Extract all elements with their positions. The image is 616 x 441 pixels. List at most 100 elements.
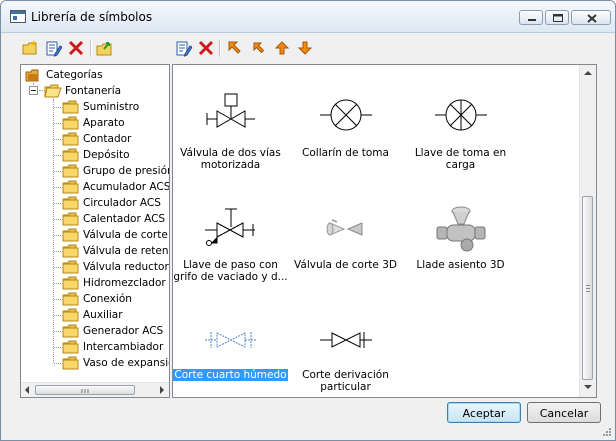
wet-room-shutoff-icon: [205, 332, 257, 348]
selection-highlight: Corte cuarto húmedo: [173, 369, 288, 381]
new-category-button[interactable]: [21, 39, 39, 57]
drain-valve-icon: [205, 208, 255, 246]
app-icon: [10, 10, 26, 23]
folder-box-icon: [25, 69, 39, 82]
tree-item-label: Generador ACS: [83, 325, 164, 337]
folder-icon: [62, 340, 79, 354]
seat-valve-3d-icon: [436, 206, 486, 252]
tree-collapse-toggle[interactable]: [29, 86, 38, 95]
edit-icon: [176, 41, 192, 57]
tree-item-label: Circulador ACS: [83, 197, 161, 209]
folder-icon: [62, 164, 79, 178]
arrow-up-left-icon: [228, 41, 241, 54]
category-tree[interactable]: Categorías Fontanería Suministro Aparato C…: [20, 64, 170, 398]
tree-line: [54, 203, 61, 204]
delete-icon: [68, 40, 84, 56]
folder-icon: [62, 260, 79, 274]
close-button[interactable]: [571, 10, 611, 25]
tree-root-label: Categorías: [46, 69, 103, 81]
tree-line: [54, 299, 61, 300]
tree-item-label: Válvula de corte: [83, 229, 168, 241]
tree-line: [39, 90, 43, 91]
move-first-button[interactable]: [226, 39, 244, 57]
valve-3d-icon: [326, 219, 363, 236]
folder-icon: [62, 228, 79, 242]
tree-item-label: Aparato: [83, 117, 125, 129]
resize-grip-icon[interactable]: [602, 427, 612, 437]
motorized-valve-icon: [206, 93, 255, 128]
symbol-label: Llave de toma en carga: [414, 147, 507, 171]
edit-symbol-button[interactable]: [174, 39, 192, 57]
move-previous-button[interactable]: [250, 39, 268, 57]
edit-icon: [46, 41, 62, 57]
maximize-button[interactable]: [545, 10, 569, 25]
tree-line: [54, 363, 61, 364]
folder-icon: [62, 292, 79, 306]
tree-line: [54, 219, 61, 220]
scroll-up-arrow[interactable]: [584, 71, 592, 75]
symbol-library-dialog: Librería de símbolos Categorías Fontaner…: [0, 0, 616, 441]
folder-icon: [62, 356, 79, 370]
cancel-button[interactable]: Cancelar: [527, 402, 601, 423]
tree-item-label: Vaso de expansió: [83, 357, 170, 369]
folder-icon: [62, 148, 79, 162]
move-down-button[interactable]: [296, 39, 314, 57]
branch-shutoff-icon: [320, 332, 372, 348]
delete-category-button[interactable]: [67, 39, 85, 57]
tree-line: [54, 107, 61, 108]
tree-line: [54, 331, 61, 332]
folder-icon: [62, 100, 79, 114]
folder-icon: [62, 276, 79, 290]
tree-horizontal-scrollbar[interactable]: [21, 382, 169, 397]
scroll-down-arrow[interactable]: [584, 385, 592, 389]
tree-item-label: Contador: [83, 133, 132, 145]
grip-line: [586, 285, 590, 286]
folder-new-icon: [22, 40, 37, 55]
import-button[interactable]: [96, 39, 114, 57]
symbol-grid[interactable]: Válvula de dos vías motorizada Collarín …: [172, 64, 597, 398]
minimize-button[interactable]: [519, 10, 543, 25]
folder-open-icon: [44, 84, 62, 98]
tree-item-label: Hidromezclador: [83, 277, 166, 289]
tree-item-label: Válvula reductora: [83, 261, 170, 273]
move-up-button[interactable]: [273, 39, 291, 57]
folder-import-icon: [96, 42, 112, 56]
title-bar[interactable]: Librería de símbolos: [1, 1, 615, 33]
tree-item-label: Suministro: [83, 101, 140, 113]
folder-icon: [62, 116, 79, 130]
tree-line: [54, 283, 61, 284]
tree-line: [54, 123, 61, 124]
folder-icon: [62, 244, 79, 258]
symbol-label: Llade asiento 3D: [416, 259, 505, 271]
tree-item-label: Conexión: [83, 293, 132, 305]
tapping-collar-icon: [320, 99, 372, 131]
scroll-thumb[interactable]: [35, 385, 135, 395]
tree-line: [54, 187, 61, 188]
scroll-right-arrow[interactable]: [160, 386, 164, 394]
symbol-label: Válvula de corte 3D: [294, 259, 397, 271]
tree-line: [54, 155, 61, 156]
folder-icon: [62, 180, 79, 194]
grip-line: [586, 291, 590, 292]
window-title: Librería de símbolos: [31, 10, 153, 24]
tree-line: [54, 347, 61, 348]
tree-item-label: Intercambiador: [83, 341, 164, 353]
scroll-left-arrow[interactable]: [25, 386, 29, 394]
arrow-up-left-small-icon: [253, 42, 265, 54]
tree-item-label: Grupo de presión: [83, 165, 170, 177]
symbol-label: Llave de paso con grifo de vaciado y d..…: [173, 259, 288, 283]
symbol-label: Collarín de toma: [302, 147, 389, 159]
tree-line: [54, 315, 61, 316]
accept-button[interactable]: Aceptar: [447, 402, 521, 423]
edit-category-button[interactable]: [44, 39, 62, 57]
tree-line: [54, 171, 61, 172]
tree-line: [54, 251, 61, 252]
symbol-grid-vertical-scrollbar[interactable]: [579, 65, 596, 397]
tree-item-label: Auxiliar: [83, 309, 123, 321]
toolbar-separator: [90, 40, 92, 57]
arrow-up-icon: [274, 41, 290, 55]
folder-icon: [62, 132, 79, 146]
delete-symbol-button[interactable]: [197, 39, 215, 57]
folder-icon: [62, 212, 79, 226]
scroll-thumb[interactable]: [582, 196, 593, 380]
